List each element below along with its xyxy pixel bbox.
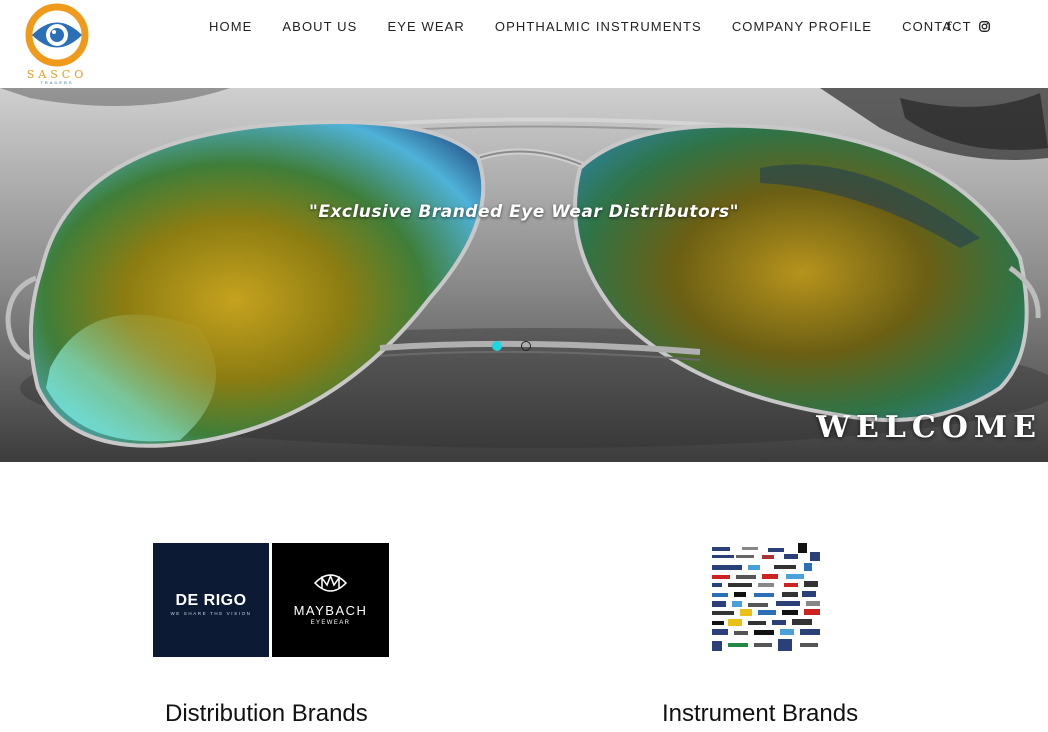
eye-logo-icon [25,3,89,67]
site-header: SASCO TRADERS HOME ABOUT US EYE WEAR OPH… [0,0,1048,88]
hero-welcome-text: WELCOME [816,410,1042,445]
nav-ophthalmic-instruments[interactable]: OPHTHALMIC INSTRUMENTS [480,18,717,36]
instrument-logos-image [712,543,820,651]
hero-slider[interactable]: "Exclusive Branded Eye Wear Distributors… [0,88,1048,462]
nav-eye-wear[interactable]: EYE WEAR [372,18,479,36]
instrument-brands-collage[interactable] [706,543,824,659]
instagram-link[interactable] [977,18,991,34]
logo-subtitle: TRADERS [40,80,74,85]
de-rigo-name: DE RIGO [175,592,247,609]
nav-home[interactable]: HOME [194,18,267,36]
de-rigo-tagline: WE SHARE THE VISION [170,611,252,616]
sasco-logo[interactable]: SASCO TRADERS [18,0,96,88]
hero-tagline: "Exclusive Branded Eye Wear Distributors… [308,202,740,222]
instagram-icon [978,20,990,32]
slider-dot-2[interactable] [521,341,531,351]
distribution-brands-title[interactable]: Distribution Brands [165,700,368,728]
nav-about-us[interactable]: ABOUT US [267,18,372,36]
maybach-emblem-icon [313,573,348,592]
maybach-tagline: EYEWEAR [310,620,351,626]
sunglasses-hero-image [0,88,1048,462]
maybach-name: MAYBACH [293,603,368,618]
nav-company-profile[interactable]: COMPANY PROFILE [717,18,887,36]
facebook-link[interactable]: f [942,18,956,34]
facebook-icon: f [946,19,952,33]
slider-dot-1[interactable] [492,341,502,351]
nav-contact[interactable]: CONTACT [887,18,987,36]
de-rigo-logo[interactable]: DE RIGO WE SHARE THE VISION [153,543,269,657]
main-nav: HOME ABOUT US EYE WEAR OPHTHALMIC INSTRU… [194,18,987,36]
instrument-brands-title[interactable]: Instrument Brands [662,700,858,728]
maybach-logo[interactable]: MAYBACH EYEWEAR [272,543,389,657]
